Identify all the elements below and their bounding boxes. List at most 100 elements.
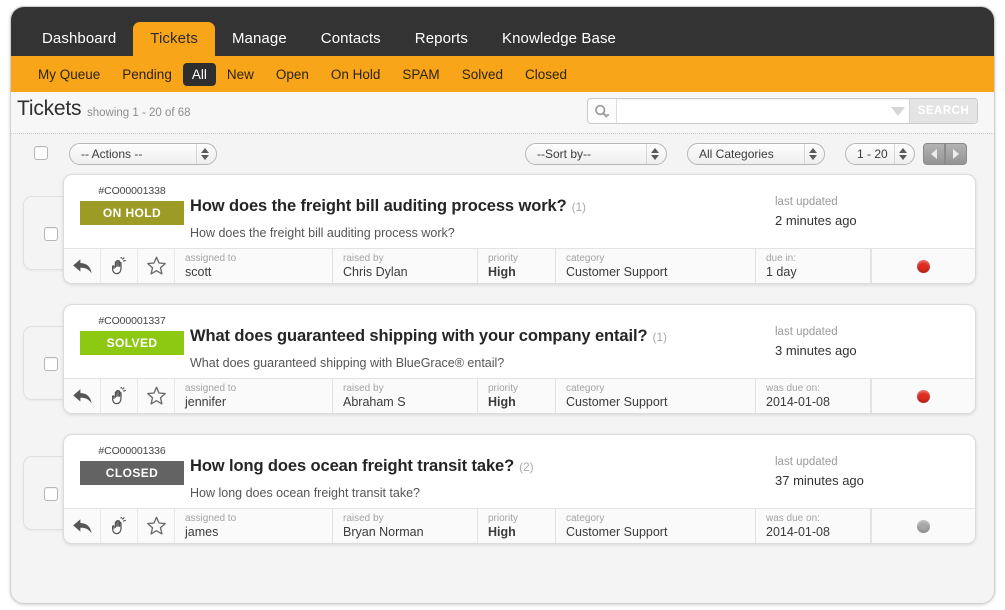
- ticket-checkbox[interactable]: [44, 487, 58, 501]
- category-label: category: [566, 383, 605, 394]
- actions-stepper-icon: [196, 144, 212, 164]
- ticket-id: #CO00001336: [98, 445, 166, 457]
- raised-by-label: raised by: [343, 513, 384, 524]
- search-icon[interactable]: [588, 99, 617, 123]
- subnav-item-open[interactable]: Open: [265, 63, 320, 86]
- raised-by-label: raised by: [343, 383, 384, 394]
- sort-stepper-icon: [646, 144, 662, 164]
- ticket-title[interactable]: What does guaranteed shipping with your …: [190, 327, 667, 346]
- priority-label: priority: [488, 253, 519, 264]
- star-icon[interactable]: [138, 509, 175, 543]
- subnav-item-pending[interactable]: Pending: [111, 63, 183, 86]
- ticket-row: #CO00001337 SOLVED What does guaranteed …: [11, 304, 994, 422]
- sort-by-select[interactable]: --Sort by--: [525, 143, 667, 165]
- assigned-to-value: jennifer: [185, 395, 226, 409]
- categories-select[interactable]: All Categories: [687, 143, 825, 165]
- due-value: 1 day: [766, 265, 797, 279]
- last-updated-value: 37 minutes ago: [775, 473, 864, 488]
- chevron-left-icon: [931, 149, 937, 159]
- priority-label: priority: [488, 513, 519, 524]
- subnav-item-my-queue[interactable]: My Queue: [27, 63, 111, 86]
- subnav-item-solved[interactable]: Solved: [451, 63, 514, 86]
- star-icon[interactable]: [138, 379, 175, 413]
- ticket-id: #CO00001338: [98, 185, 166, 197]
- page-range-select[interactable]: 1 - 20: [845, 143, 915, 165]
- category-value: Customer Support: [566, 525, 668, 539]
- categories-stepper-icon: [804, 144, 820, 164]
- subnav-item-closed[interactable]: Closed: [514, 63, 578, 86]
- status-indicator: [871, 509, 975, 543]
- priority-field: priority High: [478, 509, 556, 543]
- ticket-title-text: How does the freight bill auditing proce…: [190, 197, 567, 215]
- categories-select-value: All Categories: [699, 147, 774, 161]
- ticket-description: How long does ocean freight transit take…: [190, 486, 420, 500]
- ticket-reply-count: (2): [519, 460, 534, 474]
- page-header: Tickets showing 1 - 20 of 68 SEARCH: [11, 92, 994, 134]
- priority-label: priority: [488, 383, 519, 394]
- status-indicator: [871, 249, 975, 283]
- nav-tab-dashboard[interactable]: Dashboard: [25, 22, 133, 56]
- assigned-to-label: assigned to: [185, 383, 237, 394]
- previous-page-button[interactable]: [923, 143, 945, 165]
- nav-tab-contacts[interactable]: Contacts: [304, 22, 398, 56]
- ticket-reply-count: (1): [571, 200, 586, 214]
- assigned-to-value: scott: [185, 265, 212, 279]
- raised-by-field: raised by Abraham S: [333, 379, 478, 413]
- nav-tab-manage[interactable]: Manage: [215, 22, 304, 56]
- ticket-card[interactable]: #CO00001338 ON HOLD How does the freight…: [63, 174, 976, 284]
- ticket-checkbox[interactable]: [44, 357, 58, 371]
- ticket-card[interactable]: #CO00001336 CLOSED How long does ocean f…: [63, 434, 976, 544]
- ticket-id: #CO00001337: [98, 315, 166, 327]
- ticket-checkbox[interactable]: [44, 227, 58, 241]
- page-range-value: 1 - 20: [857, 147, 888, 161]
- ticket-row: #CO00001336 CLOSED How long does ocean f…: [11, 434, 994, 552]
- subnav-item-all[interactable]: All: [182, 62, 216, 86]
- ticket-title-text: What does guaranteed shipping with your …: [190, 327, 648, 345]
- raised-by-field: raised by Bryan Norman: [333, 509, 478, 543]
- raised-by-label: raised by: [343, 253, 384, 264]
- search-button[interactable]: SEARCH: [909, 99, 977, 123]
- actions-select[interactable]: -- Actions --: [69, 143, 217, 165]
- last-updated-value: 3 minutes ago: [775, 343, 857, 358]
- ticket-card-header: #CO00001337 SOLVED What does guaranteed …: [64, 305, 975, 380]
- page-result-count: showing 1 - 20 of 68: [87, 107, 191, 119]
- content-area: Tickets showing 1 - 20 of 68 SEARCH -- A…: [11, 92, 994, 603]
- ticket-card-footer: assigned to james raised by Bryan Norman…: [64, 508, 975, 543]
- search-input[interactable]: [617, 99, 887, 123]
- ticket-card-header: #CO00001336 CLOSED How long does ocean f…: [64, 435, 975, 510]
- chevron-down-icon[interactable]: [887, 99, 909, 123]
- sort-by-select-value: --Sort by--: [537, 147, 591, 161]
- status-dot-icon: [917, 519, 930, 533]
- subnav-item-new[interactable]: New: [216, 63, 265, 86]
- nav-tab-tickets[interactable]: Tickets: [133, 22, 215, 56]
- ticket-title-text: How long does ocean freight transit take…: [190, 457, 515, 475]
- due-label: due in:: [766, 253, 797, 264]
- ticket-card-header: #CO00001338 ON HOLD How does the freight…: [64, 175, 975, 250]
- select-all-checkbox[interactable]: [34, 146, 48, 165]
- due-label: was due on:: [766, 513, 820, 524]
- assigned-to-label: assigned to: [185, 513, 237, 524]
- status-badge: SOLVED: [80, 331, 184, 355]
- assigned-to-field: assigned to james: [175, 509, 333, 543]
- ticket-card[interactable]: #CO00001337 SOLVED What does guaranteed …: [63, 304, 976, 414]
- star-icon[interactable]: [138, 249, 175, 283]
- nav-tab-reports[interactable]: Reports: [398, 22, 485, 56]
- subnav-item-on-hold[interactable]: On Hold: [320, 63, 392, 86]
- ticket-title[interactable]: How does the freight bill auditing proce…: [190, 197, 586, 216]
- subnav-item-spam[interactable]: SPAM: [391, 63, 450, 86]
- grab-hand-icon[interactable]: [101, 249, 138, 283]
- grab-hand-icon[interactable]: [101, 509, 138, 543]
- nav-tab-knowledge-base[interactable]: Knowledge Base: [485, 22, 633, 56]
- next-page-button[interactable]: [945, 143, 967, 165]
- ticket-title[interactable]: How long does ocean freight transit take…: [190, 457, 534, 476]
- status-badge: CLOSED: [80, 461, 184, 485]
- reply-icon[interactable]: [64, 249, 101, 283]
- ticket-reply-count: (1): [652, 330, 667, 344]
- due-field: was due on: 2014-01-08: [756, 509, 871, 543]
- grab-hand-icon[interactable]: [101, 379, 138, 413]
- reply-icon[interactable]: [64, 379, 101, 413]
- raised-by-value: Abraham S: [343, 395, 406, 409]
- last-updated-label: last updated: [775, 196, 838, 208]
- reply-icon[interactable]: [64, 509, 101, 543]
- priority-value: High: [488, 395, 516, 409]
